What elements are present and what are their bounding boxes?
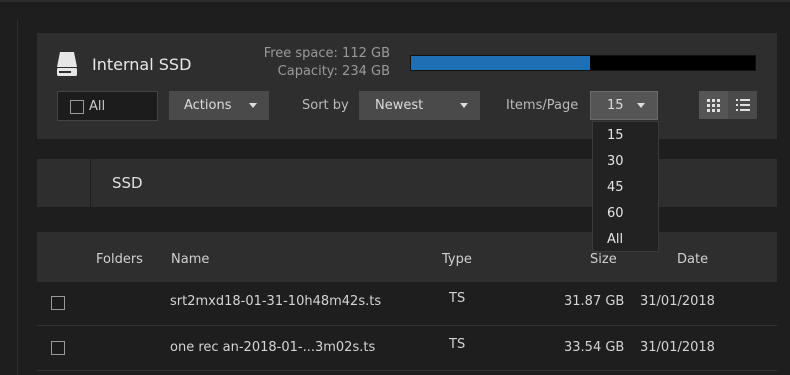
- storage-panel: Internal SSD Free space: 112 GB Capacity…: [37, 33, 777, 139]
- hard-drive-icon: [57, 52, 77, 76]
- chevron-down-icon: [249, 103, 257, 108]
- left-divider: [17, 20, 18, 375]
- file-name[interactable]: one rec an-2018-01-...3m02s.ts: [170, 340, 375, 355]
- chevron-down-icon: [637, 103, 645, 108]
- file-type: TS: [449, 291, 466, 306]
- row-checkbox[interactable]: [51, 341, 65, 355]
- capacity-bar: [410, 55, 756, 71]
- column-header-type[interactable]: Type: [442, 252, 472, 267]
- list-view-button[interactable]: [728, 91, 757, 119]
- capacity-text: Capacity: 234 GB: [277, 64, 390, 79]
- storage-title: Internal SSD: [92, 55, 192, 74]
- row-checkbox[interactable]: [51, 296, 65, 310]
- table-row[interactable]: one rec an-2018-01-...3m02s.ts TS 33.54 …: [37, 327, 777, 371]
- items-per-page-menu: 15 30 45 60 All: [592, 121, 659, 252]
- file-date: 31/01/2018: [640, 340, 715, 355]
- grid-view-icon: [707, 98, 720, 112]
- file-size: 33.54 GB: [564, 340, 625, 355]
- capacity-bar-fill: [411, 56, 590, 70]
- items-per-page-label: Items/Page: [506, 98, 579, 113]
- sort-by-label: Sort by: [302, 98, 349, 113]
- menu-item-all[interactable]: All: [607, 232, 623, 247]
- storage-space-info: Free space: 112 GB Capacity: 234 GB: [237, 45, 390, 81]
- column-header-folders[interactable]: Folders: [96, 252, 143, 267]
- column-header-size[interactable]: Size: [590, 252, 617, 267]
- select-all-label: All: [89, 98, 106, 114]
- column-header-name[interactable]: Name: [171, 252, 209, 267]
- chevron-down-icon: [460, 103, 468, 108]
- free-space-text: Free space: 112 GB: [263, 46, 390, 61]
- sort-by-select[interactable]: Newest: [359, 91, 480, 120]
- actions-label: Actions: [184, 98, 232, 113]
- menu-item-60[interactable]: 60: [607, 206, 624, 221]
- column-header-date[interactable]: Date: [677, 252, 708, 267]
- actions-dropdown-button[interactable]: Actions: [169, 91, 269, 120]
- files-table: Folders Name Type Size Date srt2mxd18-01…: [37, 232, 777, 375]
- table-row[interactable]: srt2mxd18-01-31-10h48m42s.ts TS 31.87 GB…: [37, 282, 777, 326]
- sort-by-value: Newest: [375, 98, 424, 113]
- folder-breadcrumb-bar: SSD: [37, 159, 777, 207]
- file-size: 31.87 GB: [564, 294, 625, 309]
- top-border: [0, 0, 790, 2]
- menu-item-30[interactable]: 30: [607, 154, 624, 169]
- list-view-icon: [735, 98, 750, 111]
- items-per-page-value: 15: [607, 98, 624, 113]
- menu-item-45[interactable]: 45: [607, 180, 624, 195]
- table-header: Folders Name Type Size Date: [37, 232, 777, 282]
- select-all-toggle[interactable]: All: [57, 91, 158, 121]
- file-name[interactable]: srt2mxd18-01-31-10h48m42s.ts: [170, 294, 381, 309]
- menu-item-15[interactable]: 15: [607, 128, 624, 143]
- select-all-checkbox[interactable]: [70, 100, 84, 114]
- current-folder-name[interactable]: SSD: [112, 174, 143, 192]
- file-type: TS: [449, 337, 466, 352]
- items-per-page-select[interactable]: 15: [590, 91, 658, 120]
- grid-view-button[interactable]: [699, 91, 728, 119]
- folder-bar-divider: [90, 159, 91, 207]
- file-date: 31/01/2018: [640, 294, 715, 309]
